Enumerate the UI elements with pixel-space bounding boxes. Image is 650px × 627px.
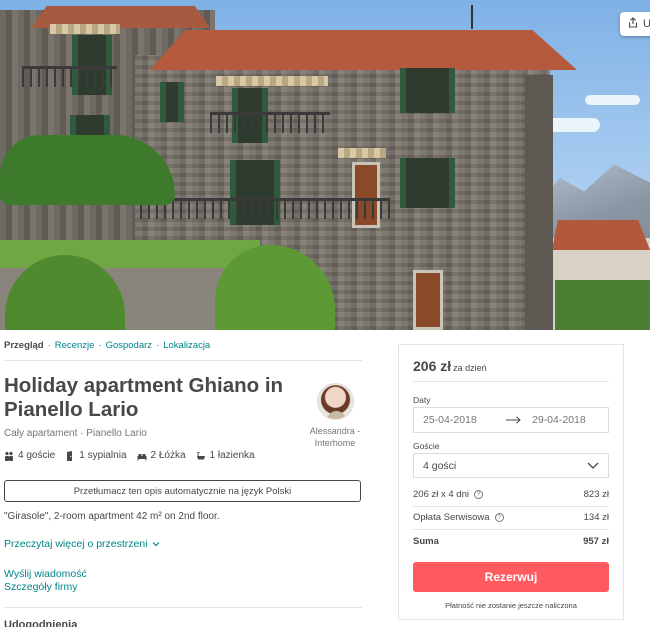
total-label: Suma bbox=[413, 536, 439, 547]
amenity-label: 2 Łóżka bbox=[150, 450, 186, 461]
cloud bbox=[585, 95, 640, 105]
guests-select[interactable]: 4 gości bbox=[413, 453, 609, 478]
price-unit: za dzień bbox=[453, 363, 487, 373]
guests-label: Goście bbox=[413, 441, 440, 451]
window bbox=[400, 68, 455, 113]
bed-icon bbox=[137, 453, 147, 460]
booking-card: 206 zł za dzień Daty 25-04-2018 29-04-201… bbox=[398, 344, 624, 620]
nav-overview[interactable]: Przegląd bbox=[4, 340, 44, 351]
amenities-heading: Udogodnienia bbox=[4, 619, 78, 627]
awning bbox=[338, 148, 386, 158]
translate-button[interactable]: Przetłumacz ten opis automatycznie na ję… bbox=[4, 480, 361, 502]
amenity-label: 1 łazienka bbox=[209, 450, 255, 461]
reserve-button[interactable]: Rezerwuj bbox=[413, 562, 609, 592]
listing-title: Holiday apartment Ghiano in Pianello Lar… bbox=[4, 374, 284, 421]
nav-separator: · bbox=[47, 340, 51, 351]
window bbox=[400, 158, 455, 208]
section-nav: Przegląd · Recenzje · Gospodarz · Lokali… bbox=[4, 340, 210, 351]
amenity-label: 4 goście bbox=[18, 450, 56, 461]
price-total: Suma 957 zł bbox=[413, 536, 609, 547]
info-icon[interactable]: ? bbox=[494, 513, 504, 522]
bedroom-icon bbox=[67, 450, 73, 461]
amenity-bedrooms: 1 sypialnia bbox=[65, 450, 127, 461]
pergola-vines bbox=[0, 135, 175, 205]
nav-location[interactable]: Lokalizacja bbox=[163, 340, 210, 351]
bath-icon bbox=[196, 451, 205, 459]
host-profile[interactable]: Alessandra - Interhome bbox=[305, 383, 365, 449]
divider bbox=[413, 506, 609, 507]
fee-label: Opłata Serwisowa bbox=[413, 512, 490, 523]
divider bbox=[4, 607, 362, 608]
guests-value: 4 gości bbox=[423, 459, 457, 472]
listing-subtitle: Cały apartament · Pianello Lario bbox=[4, 428, 147, 439]
price-line-nights: 206 zł x 4 dni? 823 zł bbox=[413, 489, 609, 500]
date-range-picker[interactable]: 25-04-2018 29-04-2018 bbox=[413, 407, 609, 433]
read-more-label: Przeczytaj więcej o przestrzeni bbox=[4, 538, 148, 550]
divider bbox=[413, 529, 609, 530]
info-icon[interactable]: ? bbox=[473, 490, 483, 499]
total-value: 957 zł bbox=[583, 536, 609, 547]
door bbox=[413, 270, 443, 330]
amenity-bathrooms: 1 łazienka bbox=[196, 450, 255, 461]
window bbox=[160, 82, 184, 122]
fee-value: 134 zł bbox=[583, 512, 609, 523]
read-more-link[interactable]: Przeczytaj więcej o przestrzeni bbox=[4, 538, 160, 550]
building-side-wall bbox=[525, 75, 553, 330]
share-label: U bbox=[643, 18, 650, 30]
neighbor-roof bbox=[552, 220, 650, 250]
company-details-link[interactable]: Szczegóły firmy bbox=[4, 581, 87, 594]
listing-summary: 4 goście 1 sypialnia 2 Łóżka 1 łazienka bbox=[4, 450, 255, 461]
chevron-down-icon bbox=[152, 542, 159, 547]
nav-separator: · bbox=[98, 340, 102, 351]
amenity-beds: 2 Łóżka bbox=[137, 450, 186, 461]
awning bbox=[50, 24, 120, 34]
nav-reviews[interactable]: Recenzje bbox=[55, 340, 95, 351]
payment-note: Płatność nie zostanie jeszcze naliczona bbox=[445, 601, 577, 610]
amenity-label: 1 sypialnia bbox=[79, 450, 127, 461]
listing-description: "Girasole", 2-room apartment 42 m² on 2n… bbox=[4, 511, 220, 522]
nights-value: 823 zł bbox=[583, 489, 609, 500]
divider bbox=[4, 360, 362, 361]
chevron-down-icon bbox=[587, 462, 599, 469]
antenna bbox=[471, 5, 473, 29]
nav-separator: · bbox=[156, 340, 160, 351]
share-button[interactable]: U bbox=[620, 12, 650, 36]
send-message-link[interactable]: Wyślij wiadomość bbox=[4, 568, 87, 581]
price-value: 206 zł bbox=[413, 358, 452, 374]
amenity-guests: 4 goście bbox=[4, 450, 55, 461]
awning bbox=[216, 76, 328, 86]
arrow-right-icon bbox=[504, 416, 524, 424]
main-roof bbox=[149, 30, 577, 70]
contact-links: Wyślij wiadomość Szczegóły firmy bbox=[4, 568, 87, 594]
divider bbox=[413, 381, 609, 382]
nightly-price: 206 zł za dzień bbox=[413, 358, 487, 374]
balcony-railing bbox=[22, 66, 117, 87]
guests-icon bbox=[5, 451, 13, 461]
nights-label: 206 zł x 4 dni bbox=[413, 489, 469, 500]
listing-photo[interactable]: U bbox=[0, 0, 650, 330]
dates-label: Daty bbox=[413, 395, 431, 405]
balcony-railing bbox=[140, 198, 390, 219]
balcony-railing bbox=[210, 112, 330, 133]
price-line-fee: Opłata Serwisowa? 134 zł bbox=[413, 512, 609, 523]
check-out-date[interactable]: 29-04-2018 bbox=[524, 414, 608, 426]
nav-host[interactable]: Gospodarz bbox=[106, 340, 152, 351]
host-name: Alessandra - Interhome bbox=[309, 426, 361, 448]
check-in-date[interactable]: 25-04-2018 bbox=[414, 414, 504, 426]
host-avatar[interactable] bbox=[316, 383, 354, 420]
hillside bbox=[555, 280, 650, 330]
share-icon bbox=[628, 17, 638, 31]
